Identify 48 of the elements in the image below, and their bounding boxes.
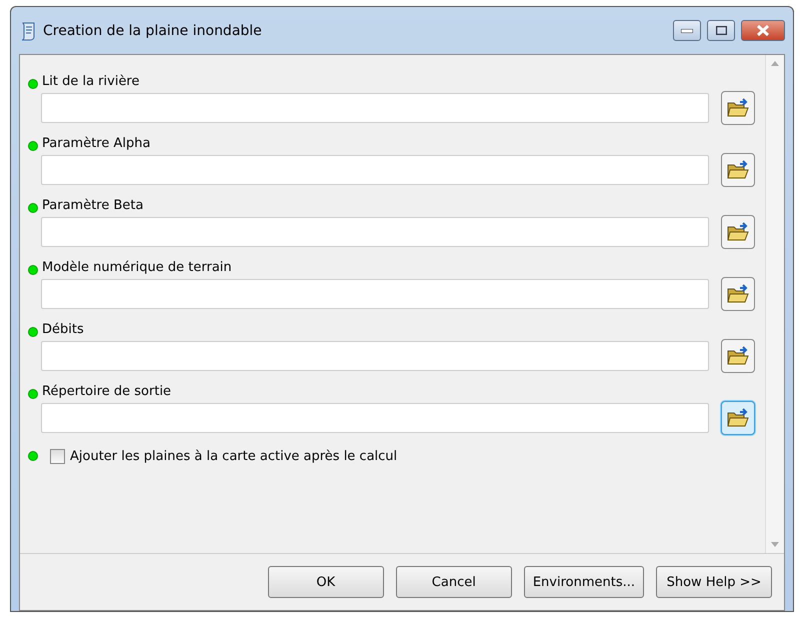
input-field[interactable] [41, 403, 709, 433]
parameter-label: Paramètre Beta [42, 198, 144, 212]
scroll-up-icon[interactable] [771, 61, 779, 66]
required-dot [28, 79, 38, 89]
input-field[interactable] [41, 155, 709, 185]
close-button[interactable] [741, 20, 785, 41]
input-field[interactable] [41, 341, 709, 371]
parameter-label: Paramètre Alpha [42, 136, 150, 150]
maximize-button[interactable] [707, 20, 735, 41]
input-field[interactable] [41, 279, 709, 309]
close-icon [756, 25, 770, 36]
folder-icon [727, 346, 749, 366]
browse-button[interactable] [721, 91, 755, 125]
parameter-label: Débits [42, 322, 84, 336]
parameter-label: Répertoire de sortie [42, 384, 172, 398]
checkbox-label: Ajouter les plaines à la carte active après le calcul [70, 449, 398, 464]
maximize-icon [716, 26, 726, 35]
required-dot [28, 265, 38, 275]
folder-icon [727, 160, 749, 180]
scroll-down-icon[interactable] [771, 542, 779, 547]
required-dot [28, 141, 38, 151]
scroll-icon [19, 20, 37, 40]
dialog-button[interactable]: Environments... [524, 566, 644, 598]
input-field[interactable] [41, 217, 709, 247]
folder-icon [727, 98, 749, 118]
optional-dot [28, 450, 38, 460]
required-dot [28, 327, 38, 337]
browse-button[interactable] [721, 277, 755, 311]
browse-button[interactable] [721, 339, 755, 373]
folder-icon [727, 408, 749, 428]
minimize-icon [681, 28, 693, 32]
minimize-button[interactable] [673, 20, 701, 41]
browse-button[interactable] [721, 153, 755, 187]
checkbox[interactable] [50, 449, 65, 464]
dialog-button[interactable]: OK [268, 566, 384, 598]
required-dot [28, 203, 38, 213]
window-title: Creation de la plaine inondable [43, 22, 263, 38]
dialog-button[interactable]: Cancel [396, 566, 512, 598]
parameter-label: Modèle numérique de terrain [42, 260, 232, 274]
browse-button[interactable] [721, 215, 755, 249]
folder-icon [727, 284, 749, 304]
input-field[interactable] [41, 93, 709, 123]
browse-button[interactable] [721, 401, 755, 435]
folder-icon [727, 222, 749, 242]
scrollbar[interactable] [765, 55, 784, 553]
required-dot [28, 389, 38, 399]
dialog-button[interactable]: Show Help >> [656, 566, 772, 598]
parameter-label: Lit de la rivière [42, 74, 140, 88]
